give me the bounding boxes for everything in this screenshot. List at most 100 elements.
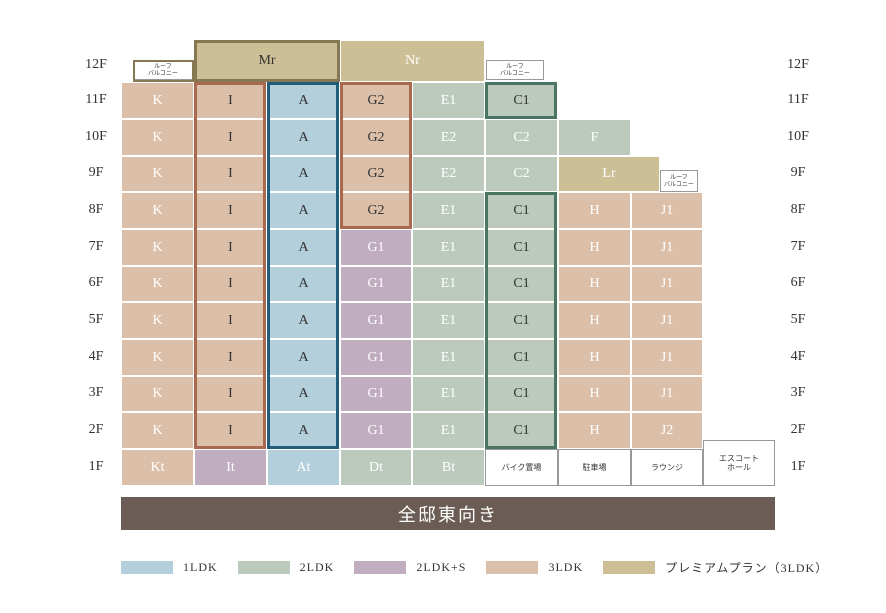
unit-c1-6: C1 xyxy=(485,266,558,302)
escort-hall: エスコート ホール xyxy=(703,440,775,486)
floor-label-left-5f: 5F xyxy=(88,311,104,327)
unit-g1-7: G1 xyxy=(340,229,412,266)
unit-k-8: K xyxy=(121,192,194,229)
unit-i-7: I xyxy=(194,229,267,266)
floor-label-left-1f: 1F xyxy=(88,458,104,474)
unit-c1-11: C1 xyxy=(485,82,558,119)
unit-e-2: E1 xyxy=(412,412,485,449)
legend-swatch-1ldk xyxy=(121,561,173,574)
floor-label-right-8f: 8F xyxy=(790,201,806,217)
unit-j-7: J1 xyxy=(631,229,703,266)
unit-g1-2: G1 xyxy=(340,412,412,449)
unit-a-7: A xyxy=(267,229,340,266)
unit-g2-9: G2 xyxy=(340,156,412,192)
unit-a-5: A xyxy=(267,302,340,339)
floor-label-right-1f: 1F xyxy=(790,458,806,474)
unit-e-10: E2 xyxy=(412,119,485,156)
unit-e-3: E1 xyxy=(412,376,485,412)
unit-it-1: It xyxy=(194,449,267,486)
unit-i-4: I xyxy=(194,339,267,376)
floor-label-right-7f: 7F xyxy=(790,238,806,254)
legend-swatch-2ldk xyxy=(237,561,290,574)
legend-item-2ldk-s: 2LDK+S xyxy=(354,560,466,575)
unit-a-4: A xyxy=(267,339,340,376)
floor-label-right-2f: 2F xyxy=(790,421,806,437)
floor-label-left-10f: 10F xyxy=(85,128,107,144)
unit-c1-4: C1 xyxy=(485,339,558,376)
floor-label-left-2f: 2F xyxy=(88,421,104,437)
unit-h-7: H xyxy=(558,229,631,266)
unit-j-8: J1 xyxy=(631,192,703,229)
legend-label-2ldk: 2LDK xyxy=(299,560,335,574)
unit-i-3: I xyxy=(194,376,267,412)
legend-label-2ldk-s: 2LDK+S xyxy=(416,560,467,574)
roof-balcony-9f: ルーフ バルコニー xyxy=(660,170,698,192)
legend-label-3ldk: 3LDK xyxy=(548,560,584,574)
unit-a-10: A xyxy=(267,119,340,156)
unit-h-4: H xyxy=(558,339,631,376)
unit-g2-10: G2 xyxy=(340,119,412,156)
floor-label-left-12f: 12F xyxy=(85,57,107,72)
unit-e-11: E1 xyxy=(412,82,485,119)
unit-h-3: H xyxy=(558,376,631,412)
unit-j-4: J1 xyxy=(631,339,703,376)
unit-bt-1: Bt xyxy=(412,449,485,486)
unit-i-8: I xyxy=(194,192,267,229)
unit-h-2: H xyxy=(558,412,631,449)
floor-label-left-3f: 3F xyxy=(88,385,104,400)
legend-label-1ldk: 1LDK xyxy=(183,560,218,574)
unit-i-9: I xyxy=(194,156,267,192)
unit-e-7: E1 xyxy=(412,229,485,266)
legend-item-1ldk: 1LDK xyxy=(121,560,218,575)
unit-e-8: E1 xyxy=(412,192,485,229)
unit-c1-3: C1 xyxy=(485,376,558,412)
floor-label-left-11f: 11F xyxy=(85,91,107,107)
car-parking: 駐車場 xyxy=(558,449,631,486)
roof-balcony-12f-right: ルーフ バルコニー xyxy=(486,60,544,80)
legend-swatch-2ldk-s xyxy=(354,561,407,574)
unit-a-9: A xyxy=(267,156,340,192)
unit-k-7: K xyxy=(121,229,194,266)
unit-h-6: H xyxy=(558,266,631,302)
unit-i-11: I xyxy=(194,82,267,119)
unit-a-2: A xyxy=(267,412,340,449)
unit-k-11: K xyxy=(121,82,194,119)
unit-a-11: A xyxy=(267,82,340,119)
unit-c1-8: C1 xyxy=(485,192,558,229)
unit-a-6: A xyxy=(267,266,340,302)
unit-c1-5: C1 xyxy=(485,302,558,339)
legend-label-premium: プレミアムプラン（3LDK） xyxy=(665,561,829,575)
legend-swatch-premium xyxy=(603,561,656,574)
unit-g1-3: G1 xyxy=(340,376,412,412)
legend-item-2ldk: 2LDK xyxy=(237,560,335,575)
unit-f-10: F xyxy=(558,119,631,156)
unit-e-6: E1 xyxy=(412,266,485,302)
unit-g2-8: G2 xyxy=(340,192,412,229)
unit-k-3: K xyxy=(121,376,194,412)
unit-kt-1: Kt xyxy=(121,449,194,486)
unit-c2-9: C2 xyxy=(485,156,558,192)
roof-balcony-12f-left: ルーフ バルコニー xyxy=(133,60,193,80)
floor-label-left-9f: 9F xyxy=(88,165,104,180)
unit-a-3: A xyxy=(267,376,340,412)
unit-k-2: K xyxy=(121,412,194,449)
unit-j-3: J1 xyxy=(631,376,703,412)
unit-i-2: I xyxy=(194,412,267,449)
unit-h-8: H xyxy=(558,192,631,229)
unit-e-4: E1 xyxy=(412,339,485,376)
floor-label-right-6f: 6F xyxy=(790,275,806,290)
floor-label-right-10f: 10F xyxy=(787,128,809,144)
unit-k-5: K xyxy=(121,302,194,339)
unit-j-6: J1 xyxy=(631,266,703,302)
unit-e-9: E2 xyxy=(412,156,485,192)
unit-g1-4: G1 xyxy=(340,339,412,376)
legend-item-premium: プレミアムプラン（3LDK） xyxy=(603,559,828,576)
unit-c1-2: C1 xyxy=(485,412,558,449)
unit-k-9: K xyxy=(121,156,194,192)
unit-nr-12: Nr xyxy=(340,40,485,82)
unit-at-1: At xyxy=(267,449,340,486)
floor-label-right-12f: 12F xyxy=(787,57,809,72)
legend-item-3ldk: 3LDK xyxy=(486,560,583,575)
unit-j-5: J1 xyxy=(631,302,703,339)
unit-k-10: K xyxy=(121,119,194,156)
